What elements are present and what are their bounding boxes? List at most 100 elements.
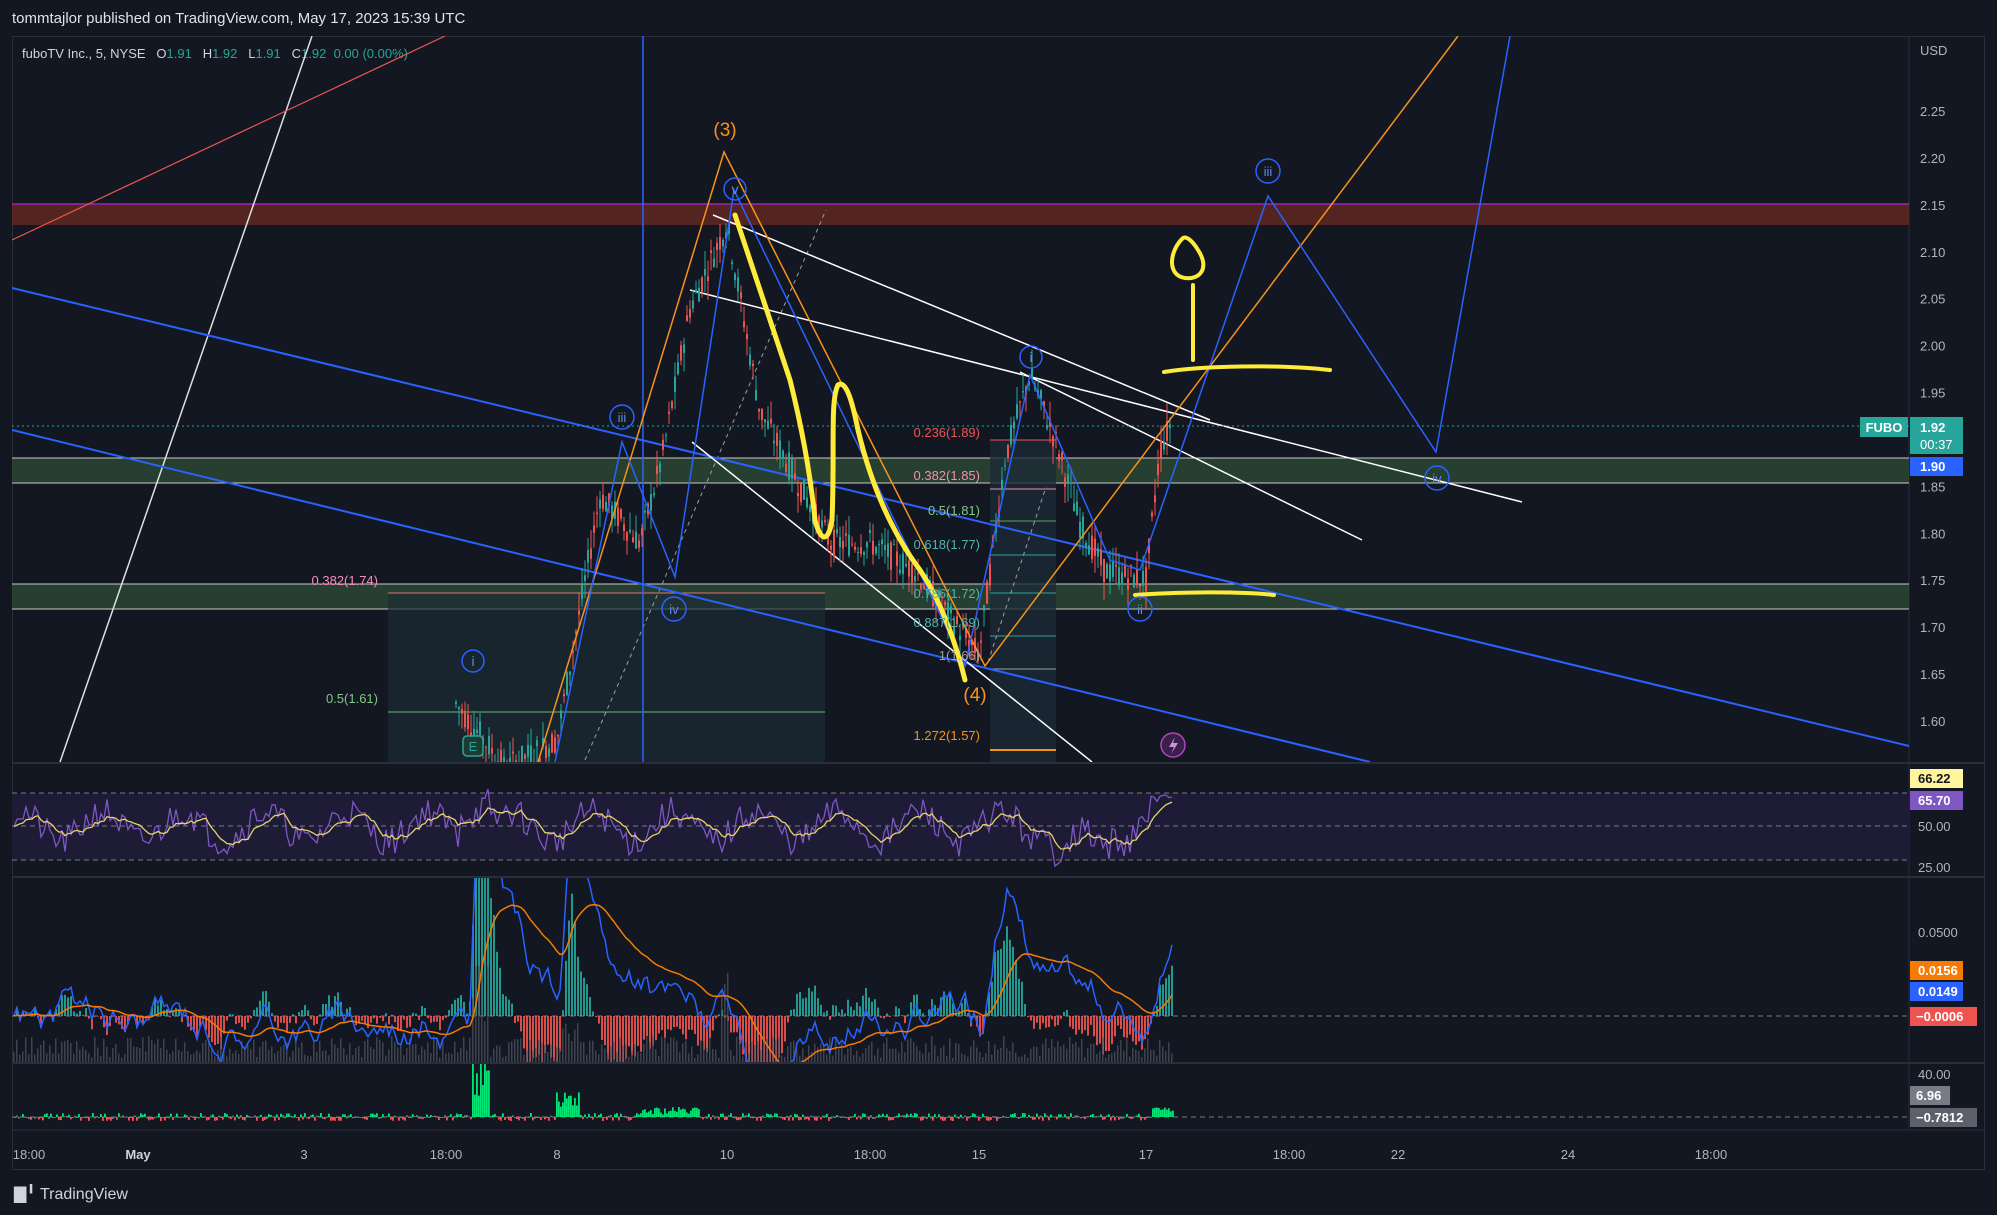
osc-bar [666, 1113, 668, 1117]
time-tick: 18:00 [430, 1147, 463, 1162]
wave-label-3[interactable]: (3) [713, 120, 736, 141]
osc-bar [872, 1117, 874, 1119]
macd-hist-bar [352, 1016, 354, 1018]
macd-hist-bar [637, 1016, 639, 1046]
osc-bar [102, 1117, 104, 1121]
volume-bar [25, 1037, 27, 1062]
osc-bar [214, 1117, 216, 1121]
wave-circle-i-top[interactable]: i [1019, 345, 1043, 369]
wedge-line[interactable] [1019, 371, 1363, 541]
candle-body [671, 401, 673, 408]
price-tick: 1.60 [1920, 714, 1945, 729]
candle-body [791, 458, 793, 479]
osc-bar [726, 1117, 728, 1120]
price-line-value: 1.90 [1920, 459, 1945, 474]
macd-hist-bar [1087, 1016, 1089, 1036]
oscillator-pane[interactable] [12, 1058, 1909, 1122]
macd-hist-bar [1093, 1016, 1095, 1037]
volume-bar [379, 1039, 381, 1062]
osc-bar [1142, 1117, 1144, 1119]
yellow-drawing-target[interactable] [1162, 364, 1332, 374]
osc-bar [522, 1117, 524, 1119]
macd-hist-bar [313, 1016, 315, 1026]
osc-bar [922, 1117, 924, 1121]
candle-body [881, 539, 883, 545]
volume-bar [919, 1051, 921, 1062]
osc-bar [418, 1117, 420, 1119]
volume-bar [202, 1042, 204, 1062]
symbol-price-tag[interactable]: FUBO [1860, 417, 1908, 437]
volume-bar [124, 1053, 126, 1062]
macd-hist-bar [415, 1013, 417, 1016]
chart-svg[interactable]: (3) (4) v i i iii iii iv iv ii E 0.382(1… [0, 0, 1997, 1215]
tradingview-logo[interactable]: ▇╹ TradingView [14, 1184, 128, 1204]
osc-bar [496, 1116, 498, 1118]
candle-body [860, 547, 862, 554]
candle-body [842, 541, 844, 549]
oscillator-axis[interactable]: 40.00 6.96 −0.7812 [1910, 1067, 1977, 1127]
macd-hist-bar [862, 995, 864, 1016]
volume-bar [856, 1050, 858, 1062]
osc-bar [572, 1105, 574, 1117]
rsi-axis[interactable]: 66.22 65.70 50.00 25.00 [1910, 769, 1963, 875]
volume-bar [1051, 1038, 1053, 1062]
osc-bar [856, 1117, 858, 1120]
volume-bar [316, 1051, 318, 1062]
volume-bar [73, 1053, 75, 1062]
macd-hist-bar [787, 1016, 789, 1023]
yellow-drawing-arrow[interactable] [1170, 235, 1206, 281]
macd-axis[interactable]: 0.0500 0.0156 0.0149 −0.0006 [1910, 925, 1977, 1026]
osc-bar [282, 1115, 284, 1117]
osc-bar [36, 1116, 38, 1118]
main-price-pane[interactable] [12, 36, 1909, 790]
price-tick: 2.15 [1920, 198, 1945, 213]
oscillator-bars[interactable] [14, 1058, 1174, 1122]
candle-body [1076, 501, 1078, 515]
earnings-marker[interactable]: E [462, 735, 484, 757]
candle-body [1169, 424, 1171, 429]
price-line-tag[interactable]: 1.90 [1910, 457, 1963, 476]
volume-bar [808, 1045, 810, 1062]
volume-bar [844, 1054, 846, 1062]
volume-bar [961, 1053, 963, 1062]
volume-bar [739, 1039, 741, 1062]
osc-bar [1088, 1116, 1090, 1118]
lightning-icon[interactable] [1160, 732, 1186, 758]
osc-bar [830, 1117, 832, 1119]
candle-body [581, 584, 583, 600]
volume-bar [1147, 1038, 1149, 1062]
volume-bar [1105, 1057, 1107, 1062]
volume-bar [277, 1050, 279, 1062]
last-price-tag[interactable]: 1.92 00:37 [1910, 417, 1963, 454]
osc-bar [220, 1117, 222, 1118]
osc-bar [366, 1117, 368, 1120]
volume-bar [220, 1037, 222, 1062]
osc-bar [184, 1114, 186, 1117]
volume-bar [694, 1057, 696, 1062]
osc-bar [1102, 1117, 1104, 1120]
wave-label-4[interactable]: (4) [963, 685, 986, 706]
footer: ▇╹ TradingView [0, 1172, 1997, 1215]
wedge-line[interactable] [712, 214, 1211, 421]
volume-bar [1084, 1057, 1086, 1062]
osc-bar [308, 1117, 310, 1120]
wave-circle-iii-right[interactable]: iii [1255, 158, 1281, 184]
volume-bar [574, 1029, 576, 1062]
trendline-white-steep[interactable] [59, 36, 313, 762]
time-axis[interactable]: 18:00 May 3 18:00 8 10 18:00 15 17 18:00 22 24 18:00 [13, 1147, 1728, 1162]
osc-bar [740, 1117, 742, 1120]
price-axis[interactable]: USD 2.25 2.20 2.15 2.10 2.05 2.00 1.95 1.90 1.85… [1860, 43, 1963, 729]
volume-bar [598, 1054, 600, 1062]
osc-bar [1086, 1116, 1088, 1118]
osc-bar [444, 1115, 446, 1117]
osc-bar [136, 1117, 138, 1121]
rsi-pane[interactable] [12, 788, 1909, 868]
osc-bar [526, 1116, 528, 1118]
volume-bar [526, 1050, 528, 1062]
wave-circle-iii-left[interactable]: iii [609, 404, 635, 430]
candle-body [644, 510, 646, 513]
fib-box-right[interactable] [990, 440, 1056, 763]
candle-body [650, 494, 652, 511]
fib-box-left[interactable] [388, 593, 825, 763]
volume-bar [235, 1050, 237, 1062]
